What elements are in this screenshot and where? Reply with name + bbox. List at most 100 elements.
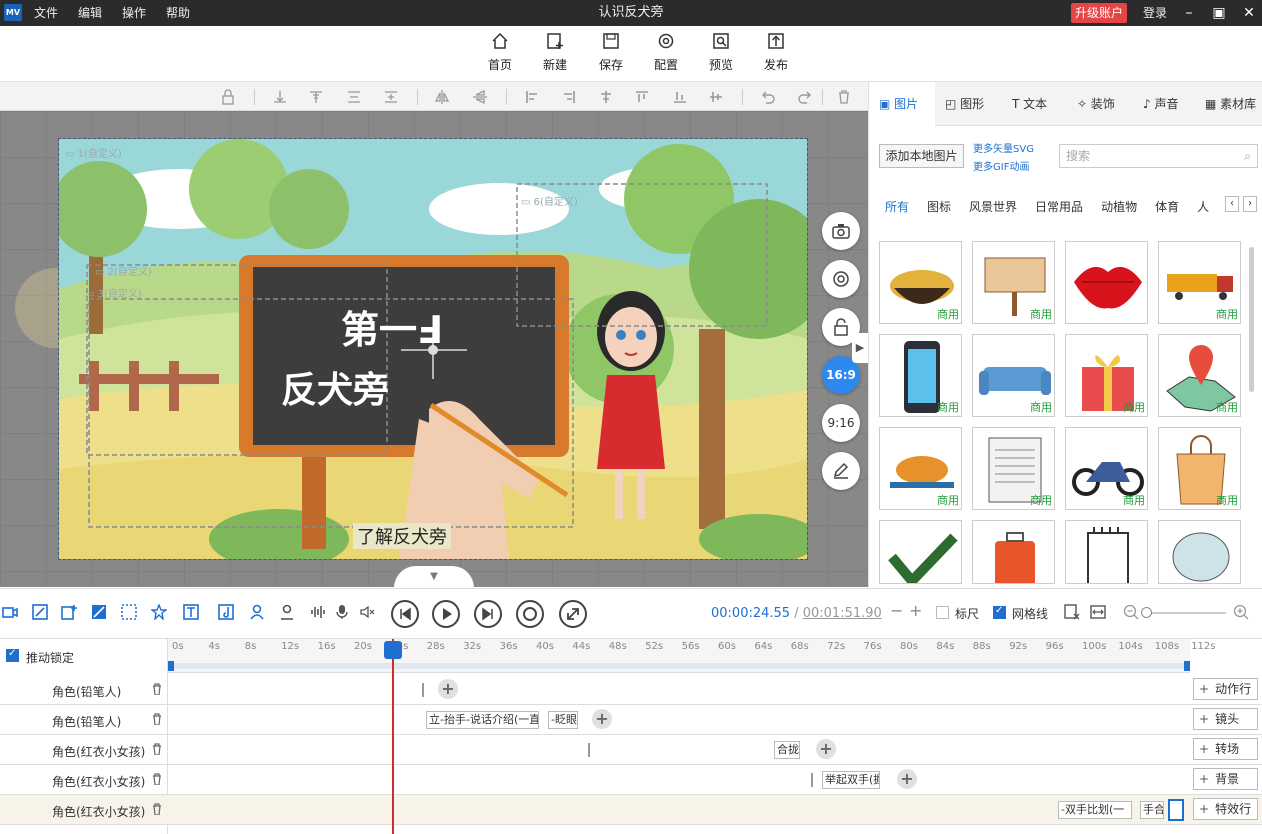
time-ruler[interactable]: 0s4s8s12s16s20s24s28s32s36s40s44s48s52s5…	[168, 639, 1215, 673]
asset-thumb-shopping-bag[interactable]: 商用	[1158, 427, 1241, 510]
effect-icon[interactable]	[151, 604, 167, 620]
asset-thumb-red-lips[interactable]	[1065, 241, 1148, 324]
redo-icon[interactable]	[797, 89, 813, 105]
asset-thumb-map-pin[interactable]: 商用	[1158, 334, 1241, 417]
align-top-edge-icon[interactable]	[634, 89, 650, 105]
action-clip[interactable]: -双手比划(一	[1058, 801, 1132, 819]
add-action-button[interactable]: +	[897, 769, 917, 789]
menu-edit[interactable]: 编辑	[78, 0, 102, 26]
selected-clip[interactable]	[1168, 799, 1184, 821]
character-track-icon[interactable]	[249, 604, 265, 620]
zoom-slider-knob[interactable]	[1141, 607, 1152, 618]
asset-thumb-motorcycle[interactable]: 商用	[1065, 427, 1148, 510]
shape-track-icon[interactable]	[91, 604, 107, 620]
audio-wave-icon[interactable]	[310, 604, 326, 620]
fit-width-icon[interactable]	[1090, 604, 1106, 620]
grid-checkbox[interactable]	[993, 605, 1006, 619]
trash-icon[interactable]	[152, 713, 162, 725]
total-time[interactable]: 00:01:51.90	[803, 606, 882, 621]
category-sports[interactable]: 体育	[1155, 198, 1179, 214]
person-icon[interactable]	[279, 604, 295, 620]
tab-text[interactable]: T 文本	[1012, 82, 1072, 126]
subtitle-text[interactable]: 了解反犬旁	[353, 523, 451, 549]
board-text-line1[interactable]: 第一Ⅎ	[341, 299, 443, 354]
rotate-button[interactable]	[822, 260, 860, 298]
distribute-icon[interactable]	[383, 89, 399, 105]
tab-decoration[interactable]: ✧ 装饰	[1077, 82, 1137, 126]
screenshot-button[interactable]	[822, 212, 860, 250]
zoom-out-icon[interactable]	[1123, 604, 1139, 620]
maximize-icon[interactable]: ▣	[1210, 4, 1228, 22]
plus-icon[interactable]: +	[909, 601, 922, 620]
menu-file[interactable]: 文件	[34, 0, 58, 26]
trash-icon[interactable]	[152, 683, 162, 695]
undo-icon[interactable]	[760, 89, 776, 105]
clear-icon[interactable]	[1064, 604, 1080, 620]
mosaic-icon[interactable]	[121, 604, 137, 620]
align-center-icon[interactable]	[598, 89, 614, 105]
add-action-button[interactable]: +	[816, 739, 836, 759]
track-row[interactable]: 角色(红衣小女孩) 举起双手(握 + + 背景	[0, 765, 1262, 795]
upgrade-account-button[interactable]: 升级账户	[1071, 3, 1128, 23]
action-clip[interactable]: 合拢	[774, 741, 800, 759]
mute-icon[interactable]	[359, 604, 375, 620]
track-row[interactable]: 角色(铅笔人) 立-抬手-说话介绍(一直 -眨眼 + + 镜头	[0, 705, 1262, 735]
action-clip[interactable]: 立-抬手-说话介绍(一直	[426, 711, 539, 729]
add-action-button[interactable]: +	[438, 679, 458, 699]
playhead-handle[interactable]	[384, 641, 402, 659]
music-track-icon[interactable]	[218, 604, 234, 620]
tab-images[interactable]: ▣ 图片	[869, 82, 935, 126]
asset-thumb-gift-box[interactable]: 商用	[1065, 334, 1148, 417]
track-row[interactable]: 角色(红衣小女孩) -双手比划(一 手合 + 特效行	[0, 795, 1262, 825]
edit-button[interactable]	[822, 452, 860, 490]
category-people[interactable]: 人	[1197, 198, 1209, 214]
category-next-button[interactable]: ›	[1243, 196, 1257, 212]
more-svg-link[interactable]: 更多矢量SVG	[973, 140, 1034, 155]
asset-thumb-truck[interactable]: 商用	[1158, 241, 1241, 324]
add-local-image-button[interactable]: 添加本地图片	[879, 144, 964, 168]
asset-thumb-wooden-sign[interactable]: 商用	[972, 241, 1055, 324]
settings-button[interactable]: 配置	[641, 32, 691, 73]
asset-search-input[interactable]: 搜索 ⌕	[1059, 144, 1258, 168]
trash-icon[interactable]	[152, 773, 162, 785]
zoom-in-icon[interactable]	[1233, 604, 1249, 620]
canvas-area[interactable]: 第一Ⅎ 反犬旁 了解反犬旁 ▭ 1(自定义) ▭ 2(自定义) ▭ 3(自定义)…	[0, 111, 868, 587]
lock-icon[interactable]	[220, 89, 236, 105]
play-button[interactable]	[432, 600, 460, 628]
preview-button[interactable]: 预览	[696, 32, 746, 73]
asset-thumb-notepad[interactable]	[1065, 520, 1148, 584]
board-text-line2[interactable]: 反犬旁	[281, 361, 389, 413]
zoom-slider[interactable]	[1142, 612, 1226, 614]
add-effect-row-button[interactable]: + 特效行	[1193, 798, 1258, 820]
tab-library[interactable]: ▦ 素材库	[1205, 82, 1262, 126]
range-end-handle[interactable]	[1184, 661, 1190, 671]
category-daily[interactable]: 日常用品	[1035, 198, 1083, 214]
more-gif-link[interactable]: 更多GIF动画	[973, 158, 1029, 173]
add-background-button[interactable]: + 背景	[1193, 768, 1258, 790]
category-prev-button[interactable]: ‹	[1225, 196, 1239, 212]
range-start-handle[interactable]	[168, 661, 174, 671]
trash-icon[interactable]	[152, 803, 162, 815]
category-animals[interactable]: 动植物	[1101, 198, 1137, 214]
trash-icon[interactable]	[152, 743, 162, 755]
add-transition-button[interactable]: + 转场	[1193, 738, 1258, 760]
menu-operate[interactable]: 操作	[122, 0, 146, 26]
ratio-9-16-button[interactable]: 9:16	[822, 404, 860, 442]
track-row[interactable]: 角色(铅笔人) + + 动作行	[0, 675, 1262, 705]
action-clip[interactable]: 手合	[1140, 801, 1164, 819]
asset-thumb-checkmark[interactable]	[879, 520, 962, 584]
align-right-icon[interactable]	[561, 89, 577, 105]
new-button[interactable]: 新建	[530, 32, 580, 73]
add-action-button[interactable]: +	[592, 709, 612, 729]
login-button[interactable]: 登录	[1143, 0, 1167, 26]
align-top-icon[interactable]	[308, 89, 324, 105]
align-vcenter-icon[interactable]	[708, 89, 724, 105]
align-left-icon[interactable]	[524, 89, 540, 105]
push-lock-checkbox[interactable]	[6, 648, 19, 662]
microphone-icon[interactable]	[334, 604, 350, 620]
fullscreen-button[interactable]	[559, 600, 587, 628]
timeline-collapse-handle[interactable]: ▼	[394, 566, 474, 587]
align-middle-icon[interactable]	[346, 89, 362, 105]
tab-shapes[interactable]: ◰ 图形	[945, 82, 1005, 126]
next-button[interactable]	[474, 600, 502, 628]
